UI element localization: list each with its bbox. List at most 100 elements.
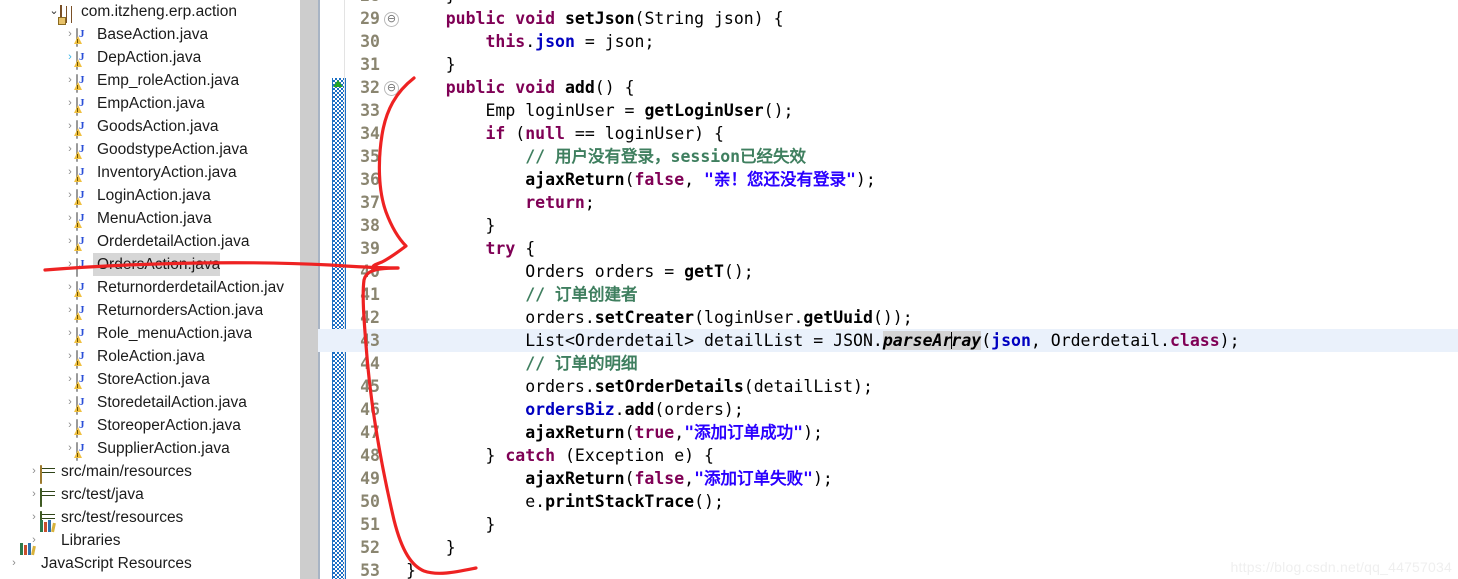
code-line-43[interactable]: 43 List<Orderdetail> detailList = JSON.p…: [318, 329, 1458, 352]
code-line-text: }: [406, 0, 456, 7]
tree-item-orderdetailaction-java[interactable]: ›OrderdetailAction.java: [64, 230, 250, 254]
tree-item-label: Deployed R: [37, 575, 122, 579]
code-line-45[interactable]: 45 orders.setOrderDetails(detailList);: [318, 375, 1458, 398]
tree-item-javascript-resources[interactable]: › JavaScript Resources: [8, 543, 192, 575]
code-line-30[interactable]: 30 this.json = json;: [318, 30, 1458, 53]
package-icon: [58, 3, 77, 25]
code-line-text: Orders orders = getT();: [525, 262, 754, 281]
tree-item-returnordersaction-java[interactable]: ›ReturnordersAction.java: [64, 299, 263, 323]
chevron-right-icon[interactable]: ›: [8, 552, 20, 575]
code-line-text: orders.setOrderDetails(detailList);: [525, 377, 873, 396]
line-number: 32: [360, 78, 380, 97]
code-line-40[interactable]: 40 Orders orders = getT();: [318, 260, 1458, 283]
tree-item-goodstypeaction-java[interactable]: ›GoodstypeAction.java: [64, 138, 248, 162]
code-line-41[interactable]: 41 // 订单创建者: [318, 283, 1458, 306]
tree-item-storeoperaction-java[interactable]: ›StoreoperAction.java: [64, 414, 241, 438]
tree-item-label: ReturnorderdetailAction.jav: [97, 279, 284, 296]
code-line-46[interactable]: 46 ordersBiz.add(orders);: [318, 398, 1458, 421]
code-line-29[interactable]: 29 ⊖ public void setJson(String json) {: [318, 7, 1458, 30]
code-fold-toggle-icon[interactable]: ⊖: [384, 12, 399, 27]
java-file-warning-icon: [74, 371, 93, 392]
tree-item-returnorderdetailaction-jav[interactable]: ›ReturnorderdetailAction.jav: [64, 276, 284, 300]
tree-item-depaction-java[interactable]: ›DepAction.java: [64, 46, 201, 70]
line-number: 49: [360, 469, 380, 488]
code-line-text: public void setJson(String json) {: [445, 9, 784, 28]
code-line-text: }: [445, 538, 456, 557]
tree-item-label: BaseAction.java: [97, 26, 209, 43]
tree-item-label: SupplierAction.java: [97, 440, 230, 457]
tree-item-goodsaction-java[interactable]: ›GoodsAction.java: [64, 115, 219, 139]
code-line-37[interactable]: 37 return;: [318, 191, 1458, 214]
tree-item-supplieraction-java[interactable]: ›SupplierAction.java: [64, 437, 230, 461]
java-file-warning-icon: [74, 26, 93, 47]
line-number: 40: [360, 262, 380, 281]
code-line-text: ordersBiz.add(orders);: [525, 400, 744, 419]
tree-item-src-test-java[interactable]: › src/test/java: [28, 483, 144, 507]
code-line-text: return;: [525, 193, 595, 212]
code-line-48[interactable]: 48 } catch (Exception e) {: [318, 444, 1458, 467]
tree-item-label: GoodsAction.java: [97, 118, 219, 135]
line-number: 33: [360, 101, 380, 120]
code-line-28[interactable]: 28 }: [318, 0, 1458, 7]
chevron-right-icon[interactable]: ›: [28, 483, 40, 506]
code-line-52[interactable]: 52 }: [318, 536, 1458, 559]
tree-item-label: GoodstypeAction.java: [97, 141, 248, 158]
code-line-47[interactable]: 47 ajaxReturn(true,"添加订单成功");: [318, 421, 1458, 444]
tree-item-menuaction-java[interactable]: ›MenuAction.java: [64, 207, 212, 231]
code-line-49[interactable]: 49 ajaxReturn(false,"添加订单失败");: [318, 467, 1458, 490]
tree-item-emp-roleaction-java[interactable]: ›Emp_roleAction.java: [64, 69, 239, 93]
tree-item-libraries[interactable]: › Libraries: [28, 520, 120, 552]
tree-item-label: StoredetailAction.java: [97, 394, 247, 411]
code-line-44[interactable]: 44 // 订单的明细: [318, 352, 1458, 375]
code-line-34[interactable]: 34 if (null == loginUser) {: [318, 122, 1458, 145]
java-code-editor[interactable]: 28 } 29 ⊖ public void setJson(String json)…: [318, 0, 1458, 579]
chevron-right-icon[interactable]: ›: [28, 506, 40, 529]
code-line-text: }: [485, 216, 496, 235]
tree-item-empaction-java[interactable]: ›EmpAction.java: [64, 92, 205, 116]
code-line-38[interactable]: 38 }: [318, 214, 1458, 237]
java-file-warning-icon: [74, 164, 93, 185]
tree-item-src-main-resources[interactable]: › src/main/resources: [28, 460, 192, 484]
tree-item-role-menuaction-java[interactable]: ›Role_menuAction.java: [64, 322, 252, 346]
tree-item-loginaction-java[interactable]: ›LoginAction.java: [64, 184, 211, 208]
code-fold-toggle-icon[interactable]: ⊖: [384, 81, 399, 96]
java-file-warning-icon: [74, 49, 93, 70]
chevron-right-icon[interactable]: ›: [8, 575, 20, 579]
tree-item-ordersaction-java[interactable]: › OrdersAction.java: [64, 253, 221, 277]
tree-item-com-itzheng-erp-action[interactable]: ⌄ com.itzheng.erp.action: [48, 0, 237, 25]
source-folder-icon: [40, 486, 57, 507]
java-file-warning-icon: [74, 279, 93, 300]
code-line-text: e.printStackTrace();: [525, 492, 724, 511]
line-number: 45: [360, 377, 380, 396]
code-line-42[interactable]: 42 orders.setCreater(loginUser.getUuid()…: [318, 306, 1458, 329]
line-number: 50: [360, 492, 380, 511]
tree-item-deployed-r[interactable]: › Deployed R: [8, 575, 122, 579]
code-line-39[interactable]: 39 try {: [318, 237, 1458, 260]
line-number: 46: [360, 400, 380, 419]
line-number: 30: [360, 32, 380, 51]
tree-item-storeaction-java[interactable]: ›StoreAction.java: [64, 368, 210, 392]
code-line-text: List<Orderdetail> detailList = JSON.pars…: [525, 331, 1240, 350]
tree-item-baseaction-java[interactable]: ›BaseAction.java: [64, 23, 209, 47]
code-line-text: ajaxReturn(true,"添加订单成功");: [525, 423, 823, 442]
tree-item-storedetailaction-java[interactable]: ›StoredetailAction.java: [64, 391, 247, 415]
code-line-32[interactable]: 32 ⊖ public void add() {: [318, 76, 1458, 99]
code-line-31[interactable]: 31 }: [318, 53, 1458, 76]
code-line-50[interactable]: 50 e.printStackTrace();: [318, 490, 1458, 513]
tree-item-label: OrdersAction.java: [93, 253, 221, 276]
line-number: 38: [360, 216, 380, 235]
code-line-36[interactable]: 36 ajaxReturn(false, "亲！您还没有登录");: [318, 168, 1458, 191]
code-line-33[interactable]: 33 Emp loginUser = getLoginUser();: [318, 99, 1458, 122]
tree-item-roleaction-java[interactable]: ›RoleAction.java: [64, 345, 205, 369]
code-line-35[interactable]: 35 // 用户没有登录，session已经失效: [318, 145, 1458, 168]
line-number: 29: [360, 9, 380, 28]
code-line-51[interactable]: 51 }: [318, 513, 1458, 536]
tree-item-inventoryaction-java[interactable]: ›InventoryAction.java: [64, 161, 237, 185]
chevron-right-icon[interactable]: ›: [28, 460, 40, 483]
code-line-text: ajaxReturn(false, "亲！您还没有登录");: [525, 170, 876, 189]
code-text-area[interactable]: 28 } 29 ⊖ public void setJson(String json)…: [318, 0, 1458, 579]
package-explorer-tree[interactable]: ⌄com.itzheng.erp.action›BaseAction.java›…: [0, 0, 300, 579]
line-number: 35: [360, 147, 380, 166]
chevron-right-icon[interactable]: ›: [64, 253, 76, 276]
explorer-vertical-scrollbar[interactable]: [300, 0, 318, 579]
